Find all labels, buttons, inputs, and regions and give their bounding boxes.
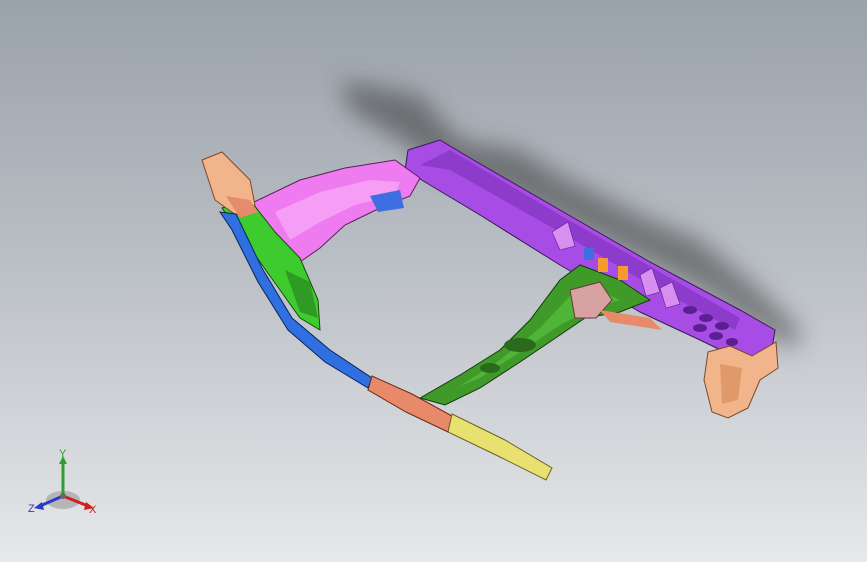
coordinate-triad[interactable]: Y Z X: [28, 448, 104, 520]
sill-yellow[interactable]: [447, 413, 553, 481]
triad-z-label: Z: [28, 503, 35, 515]
rear-bracket[interactable]: [703, 341, 779, 419]
triad-x-label: X: [89, 504, 97, 516]
vehicle-frame-model[interactable]: [0, 0, 867, 562]
sill-salmon[interactable]: [367, 375, 453, 433]
b-pillar[interactable]: [418, 264, 652, 406]
triad-y-label: Y: [59, 448, 67, 460]
front-top-bracket[interactable]: [201, 151, 258, 218]
graphics-viewport[interactable]: Y Z X: [0, 0, 867, 562]
